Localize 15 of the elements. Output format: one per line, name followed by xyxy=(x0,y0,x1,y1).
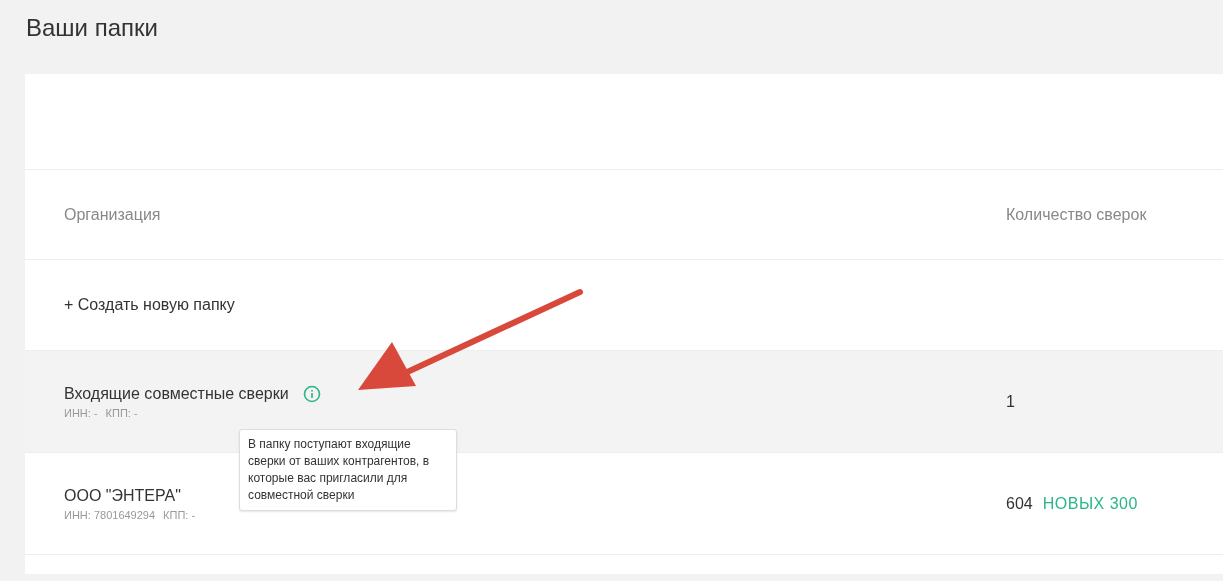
kpp-text: КПП: - xyxy=(105,406,138,419)
inn-text: ИНН: 7801649294 xyxy=(64,508,156,521)
count-value: 604 xyxy=(1006,494,1033,513)
kpp-text: КПП: - xyxy=(163,508,196,521)
inn-text: ИНН: - xyxy=(64,406,98,419)
create-folder-link[interactable]: + Создать новую папку xyxy=(64,296,235,314)
organization-name: Входящие совместные сверки xyxy=(64,384,289,403)
info-icon[interactable] xyxy=(302,384,321,403)
new-count-label: НОВЫХ 300 xyxy=(1042,494,1138,513)
tooltip: В папку поступают входящие сверки от ваших контрагентов, в которые вас пригласили для совместной сверки xyxy=(239,428,457,511)
column-header: Количество сверок xyxy=(1006,205,1147,224)
page-title: Ваши папки xyxy=(25,13,159,43)
organization-name: ООО "ЭНТЕРА" xyxy=(64,486,181,505)
column-header: Организация xyxy=(64,205,162,224)
count-value: 1 xyxy=(1006,392,1015,411)
